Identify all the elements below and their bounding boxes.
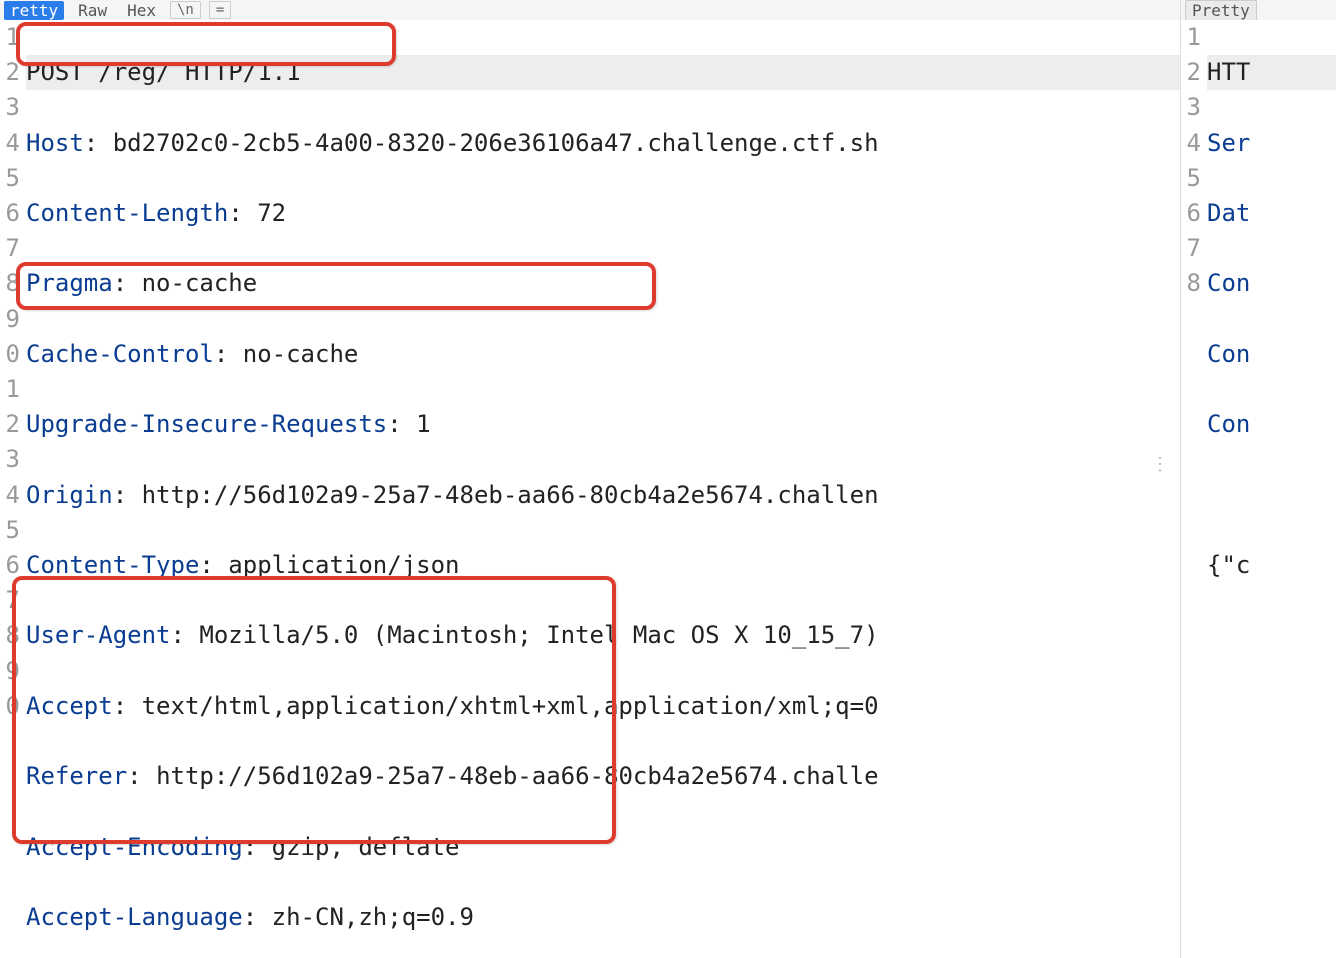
header-accept: Accept: text/html,application/xhtml+xml,… xyxy=(26,689,1180,724)
header-referer: Referer: http://56d102a9-25a7-48eb-aa66-… xyxy=(26,759,1180,794)
header-content-type: Content-Type: application/json xyxy=(26,548,1180,583)
equals-toggle-button[interactable]: = xyxy=(209,1,231,19)
header-accept-language: Accept-Language: zh-CN,zh;q=0.9 xyxy=(26,900,1180,935)
response-header: Dat xyxy=(1207,196,1336,231)
header-pragma: Pragma: no-cache xyxy=(26,266,1180,301)
response-gutter: 1 2 3 4 5 6 7 8 xyxy=(1181,20,1207,958)
response-header: Con xyxy=(1207,337,1336,372)
header-user-agent: User-Agent: Mozilla/5.0 (Macintosh; Inte… xyxy=(26,618,1180,653)
header-accept-encoding: Accept-Encoding: gzip, deflate xyxy=(26,830,1180,865)
response-header: Con xyxy=(1207,407,1336,442)
response-code[interactable]: HTT Ser Dat Con Con Con {"c xyxy=(1207,20,1336,958)
response-editor[interactable]: 1 2 3 4 5 6 7 8 HTT Ser Dat Con Con Con … xyxy=(1181,20,1336,958)
response-pane: Pretty 1 2 3 4 5 6 7 8 HTT Ser Dat Con C… xyxy=(1180,0,1336,958)
response-header: Con xyxy=(1207,266,1336,301)
newline-toggle-button[interactable]: \n xyxy=(170,1,201,19)
request-editor[interactable]: 1 2 3 4 5 6 7 8 9 0 1 2 3 4 5 6 7 8 9 xyxy=(0,20,1180,958)
header-origin: Origin: http://56d102a9-25a7-48eb-aa66-8… xyxy=(26,478,1180,513)
header-cache-control: Cache-Control: no-cache xyxy=(26,337,1180,372)
http-editor-container: retty Raw Hex \n = 1 2 3 4 5 6 7 8 9 0 1… xyxy=(0,0,1336,958)
tab-pretty-response[interactable]: Pretty xyxy=(1185,0,1257,20)
response-status-line: HTT xyxy=(1207,55,1336,90)
more-icon[interactable]: ⋮ xyxy=(1151,454,1170,475)
request-line: POST /reg/ HTTP/1.1 xyxy=(26,55,1180,90)
tab-raw[interactable]: Raw xyxy=(72,1,113,20)
header-host: Host: bd2702c0-2cb5-4a00-8320-206e36106a… xyxy=(26,126,1180,161)
request-gutter: 1 2 3 4 5 6 7 8 9 0 1 2 3 4 5 6 7 8 9 xyxy=(0,20,26,958)
response-tabs: Pretty xyxy=(1181,0,1336,20)
response-header: Ser xyxy=(1207,126,1336,161)
header-upgrade-insecure: Upgrade-Insecure-Requests: 1 xyxy=(26,407,1180,442)
tab-pretty[interactable]: retty xyxy=(4,1,64,20)
header-content-length: Content-Length: 72 xyxy=(26,196,1180,231)
tab-hex[interactable]: Hex xyxy=(121,1,162,20)
response-body: {"c xyxy=(1207,548,1336,583)
request-tabs: retty Raw Hex \n = xyxy=(0,0,1180,20)
request-pane: retty Raw Hex \n = 1 2 3 4 5 6 7 8 9 0 1… xyxy=(0,0,1180,958)
request-code[interactable]: POST /reg/ HTTP/1.1 Host: bd2702c0-2cb5-… xyxy=(26,20,1180,958)
response-blank xyxy=(1207,478,1336,513)
